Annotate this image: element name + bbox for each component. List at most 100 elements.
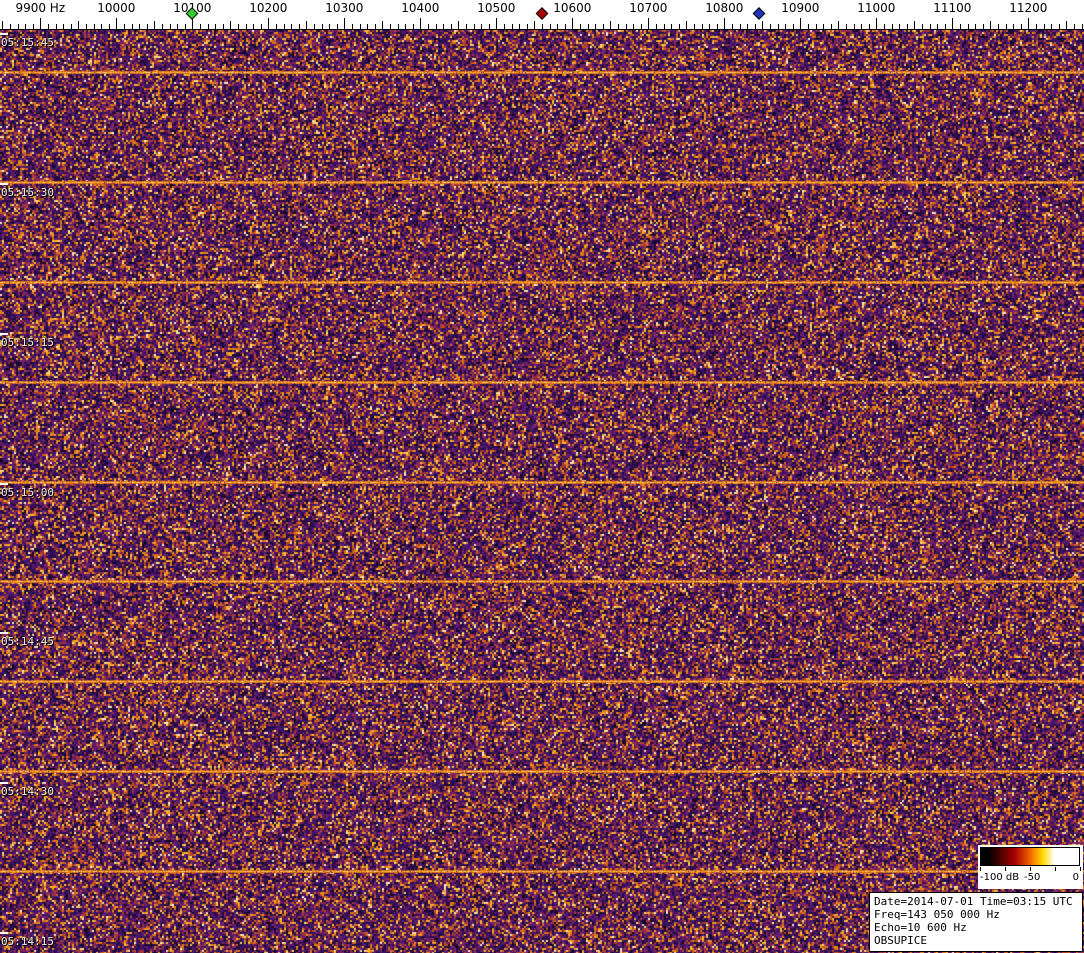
- freq-tick-label: 10700: [629, 1, 668, 15]
- legend-max-label: 0: [1072, 872, 1079, 883]
- time-tick: [0, 932, 8, 934]
- freq-tick: [123, 24, 125, 29]
- freq-tick: [177, 24, 179, 29]
- freq-tick: [853, 24, 855, 29]
- freq-tick: [32, 24, 34, 29]
- freq-tick: [526, 24, 528, 29]
- freq-tick: [2, 21, 4, 29]
- freq-tick: [108, 24, 110, 29]
- freq-tick-label: 9900 Hz: [15, 1, 66, 15]
- freq-tick: [655, 24, 657, 29]
- observation-info-box: Date=2014-07-01 Time=03:15 UTC Freq=143 …: [869, 892, 1083, 952]
- freq-tick: [139, 24, 141, 29]
- freq-tick: [807, 24, 809, 29]
- freq-tick: [1058, 24, 1060, 29]
- color-scale-tick: [980, 867, 981, 871]
- freq-tick: [351, 24, 353, 29]
- freq-tick: [587, 24, 589, 29]
- time-tick-label: 05:14:30: [1, 785, 54, 798]
- freq-tick: [458, 21, 460, 29]
- freq-tick: [564, 24, 566, 29]
- freq-tick: [389, 24, 391, 29]
- freq-tick: [891, 24, 893, 29]
- time-tick-label: 05:15:45: [1, 36, 54, 49]
- freq-tick: [1028, 18, 1030, 29]
- freq-tick: [405, 24, 407, 29]
- time-tick-label: 05:14:45: [1, 635, 54, 648]
- time-tick: [0, 33, 8, 35]
- freq-tick: [374, 24, 376, 29]
- freq-tick: [952, 18, 954, 29]
- freq-tick: [25, 24, 27, 29]
- freq-tick: [519, 24, 521, 29]
- freq-tick: [488, 24, 490, 29]
- freq-tick: [648, 18, 650, 29]
- freq-tick: [253, 24, 255, 29]
- freq-tick: [55, 24, 57, 29]
- freq-tick: [47, 24, 49, 29]
- freq-tick: [215, 24, 217, 29]
- freq-tick: [557, 24, 559, 29]
- time-tick: [0, 183, 8, 185]
- freq-tick: [382, 21, 384, 29]
- freq-tick: [701, 24, 703, 29]
- freq-tick: [427, 24, 429, 29]
- color-scale-tick: [1030, 867, 1031, 871]
- blue-freq-marker-icon: [752, 7, 765, 20]
- freq-tick: [921, 24, 923, 29]
- freq-tick: [443, 24, 445, 29]
- freq-tick: [397, 24, 399, 29]
- freq-tick: [1051, 24, 1053, 29]
- freq-tick: [975, 24, 977, 29]
- freq-tick: [610, 21, 612, 29]
- color-scale-tick: [1080, 867, 1081, 871]
- freq-tick: [777, 24, 779, 29]
- info-station-line: OBSUPICE: [874, 934, 927, 947]
- freq-tick: [671, 24, 673, 29]
- freq-tick: [754, 24, 756, 29]
- freq-tick: [640, 24, 642, 29]
- freq-tick: [367, 24, 369, 29]
- freq-tick: [602, 24, 604, 29]
- color-scale-tick: [1005, 867, 1006, 871]
- freq-tick: [511, 24, 513, 29]
- freq-tick: [412, 24, 414, 29]
- freq-tick-label: 10000: [97, 1, 136, 15]
- freq-tick: [161, 24, 163, 29]
- freq-tick: [275, 24, 277, 29]
- freq-tick: [693, 24, 695, 29]
- freq-tick: [184, 24, 186, 29]
- freq-tick: [230, 21, 232, 29]
- freq-tick: [845, 24, 847, 29]
- freq-tick: [420, 18, 422, 29]
- time-tick: [0, 483, 8, 485]
- freq-tick: [944, 24, 946, 29]
- waterfall-spectrogram: [0, 30, 1084, 953]
- freq-tick: [838, 21, 840, 29]
- freq-tick: [101, 24, 103, 29]
- freq-tick: [633, 24, 635, 29]
- freq-tick: [359, 24, 361, 29]
- freq-tick: [207, 24, 209, 29]
- freq-tick: [1073, 24, 1075, 29]
- freq-tick: [739, 24, 741, 29]
- freq-tick-label: 11100: [933, 1, 972, 15]
- time-tick: [0, 632, 8, 634]
- freq-tick-label: 10400: [401, 1, 440, 15]
- freq-tick: [268, 18, 270, 29]
- freq-tick: [861, 24, 863, 29]
- freq-tick: [541, 24, 543, 29]
- freq-tick: [967, 24, 969, 29]
- freq-tick: [199, 24, 201, 29]
- freq-tick: [1043, 24, 1045, 29]
- freq-tick: [800, 18, 802, 29]
- freq-tick: [131, 24, 133, 29]
- spectrogram-display: 9900 Hz100001010010200103001040010500106…: [0, 0, 1084, 953]
- freq-tick: [344, 18, 346, 29]
- freq-tick: [549, 24, 551, 29]
- freq-tick: [724, 18, 726, 29]
- freq-tick: [1035, 24, 1037, 29]
- freq-tick: [625, 24, 627, 29]
- freq-tick: [1020, 24, 1022, 29]
- freq-tick-label: 10500: [477, 1, 516, 15]
